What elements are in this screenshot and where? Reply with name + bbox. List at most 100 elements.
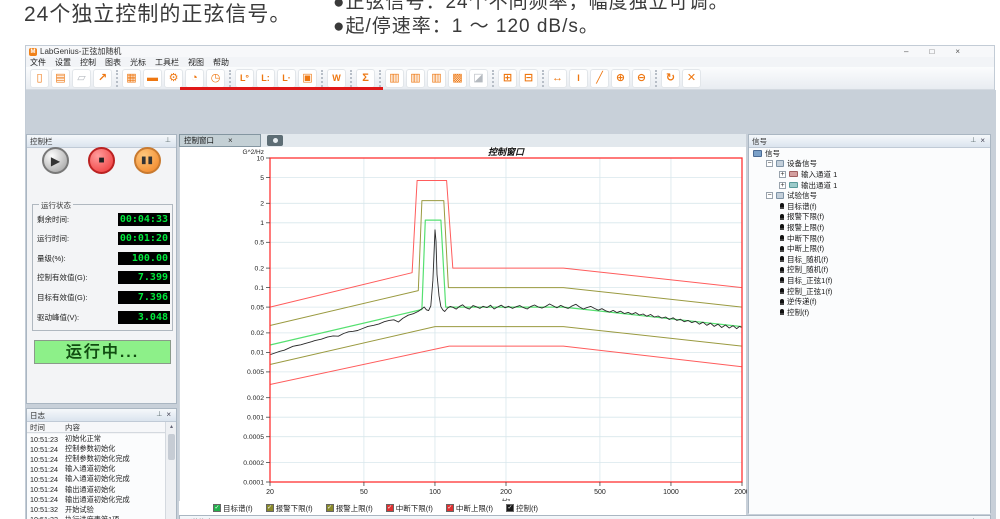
toolbar-export-button[interactable]: ↗ — [93, 69, 112, 88]
tree-item--1[interactable]: +输出通道 1 — [749, 180, 990, 191]
toolbar-print-button[interactable]: ▦ — [122, 69, 141, 88]
x-tick-label: 2000 — [734, 489, 747, 496]
toolbar-chart-line-button[interactable]: ◪ — [469, 69, 488, 88]
toolbar-chart-bars-3-button[interactable]: ▥ — [427, 69, 446, 88]
tree-item--f-[interactable]: 目标谱(f) — [749, 201, 990, 212]
toolbar-report-band-button[interactable]: ▬ — [143, 69, 162, 88]
y-tick-label: 0.01 — [251, 350, 264, 357]
toolbar-cursor-l-colon-button[interactable]: L: — [256, 69, 275, 88]
tree-item-label: 信号 — [765, 148, 780, 159]
toolbar-zoom-out-button[interactable]: ⊖ — [632, 69, 651, 88]
collapse-icon[interactable]: − — [766, 160, 773, 167]
legend-checkbox[interactable]: ✓ — [213, 504, 221, 512]
toolbar-open-button[interactable]: ▱ — [72, 69, 91, 88]
log-row: 10:51:24输入通道初始化 — [27, 464, 166, 474]
toolbar-layout-grid-a-button[interactable]: ⊞ — [498, 69, 517, 88]
stop-button[interactable]: ■ — [88, 147, 115, 174]
legend-checkbox[interactable]: ✓ — [506, 504, 514, 512]
menu-item-8[interactable]: 帮助 — [213, 57, 229, 68]
tab-close-icon[interactable]: × — [228, 136, 233, 145]
tab-control-window[interactable]: 控制窗口 × — [179, 134, 261, 147]
y-tick-label: 10 — [256, 155, 264, 162]
tree-item--_-f-[interactable]: 控制_随机(f) — [749, 265, 990, 276]
tree-item--[interactable]: −试验信号 — [749, 190, 990, 201]
status-value-lcd: 7.396 — [118, 291, 170, 304]
toolbar-settings-gear-button[interactable]: ⚙ — [164, 69, 183, 88]
toolbar-word-report-button[interactable]: W — [327, 69, 346, 88]
menu-item-2[interactable]: 设置 — [55, 57, 71, 68]
tree-item--f-[interactable]: 报警上限(f) — [749, 222, 990, 233]
status-label: 运行时间: — [37, 233, 118, 244]
toolbar-window-cascade-button[interactable]: ▣ — [298, 69, 317, 88]
expand-icon[interactable]: + — [779, 182, 786, 189]
expand-icon[interactable]: + — [779, 171, 786, 178]
log-row: 10:51:24输入通道初始化完成 — [27, 474, 166, 484]
legend-checkbox[interactable]: ✓ — [386, 504, 394, 512]
toolbar-cursor-l-degree-button[interactable]: L° — [235, 69, 254, 88]
menu-item-1[interactable]: 文件 — [30, 57, 46, 68]
control-window-chart-area: 105210.50.20.10.050.020.010.0050.0020.00… — [179, 147, 746, 501]
log-row: 10:51:23初始化正常 — [27, 434, 166, 444]
toolbar-new-file-button[interactable]: ▯ — [30, 69, 49, 88]
tree-item--_-1-f-[interactable]: 控制_正弦1(f) — [749, 286, 990, 297]
status-value-lcd: 100.00 — [118, 252, 170, 265]
legend-checkbox[interactable]: ✓ — [326, 504, 334, 512]
tree-item--[interactable]: 信号 — [749, 148, 990, 159]
menu-item-3[interactable]: 控制 — [80, 57, 96, 68]
toolbar-sigma-sum-button[interactable]: Σ — [356, 69, 375, 88]
log-row: 10:51:24控制参数初始化 — [27, 444, 166, 454]
minimize-button[interactable]: – — [904, 46, 908, 57]
toolbar-save-button[interactable]: ▤ — [51, 69, 70, 88]
start-button[interactable]: ▶ — [42, 147, 69, 174]
close-icon[interactable]: × — [166, 410, 171, 420]
toolbar-chart-bars-1-button[interactable]: ▥ — [385, 69, 404, 88]
y-tick-label: 0.005 — [247, 369, 264, 376]
control-window-chart[interactable]: 105210.50.20.10.050.020.010.0050.0020.00… — [180, 147, 747, 501]
toolbar-fit-all-button[interactable]: ✕ — [682, 69, 701, 88]
toolbar-zoom-diagonal-button[interactable]: ╱ — [590, 69, 609, 88]
legend-item: ✓中断上限(f) — [446, 503, 493, 514]
menu-item-4[interactable]: 图表 — [105, 57, 121, 68]
legend-checkbox[interactable]: ✓ — [446, 504, 454, 512]
tree-item--f-[interactable]: 控制(f) — [749, 307, 990, 318]
tree-item--f-[interactable]: 报警下限(f) — [749, 212, 990, 223]
toolbar-zoom-in-button[interactable]: ⊕ — [611, 69, 630, 88]
menu-item-6[interactable]: 工具栏 — [155, 57, 179, 68]
tree-item--1[interactable]: +输入通道 1 — [749, 169, 990, 180]
legend-checkbox[interactable]: ✓ — [266, 504, 274, 512]
close-icon[interactable]: × — [980, 136, 985, 146]
tree-item--f-[interactable]: 中断上限(f) — [749, 243, 990, 254]
toolbar-zoom-vertical-button[interactable]: I — [569, 69, 588, 88]
snapshot-camera-icon[interactable] — [267, 135, 283, 146]
menu-item-7[interactable]: 视图 — [188, 57, 204, 68]
scroll-up-icon[interactable]: ▴ — [166, 423, 177, 430]
toolbar: ▯▤▱↗▦▬⚙◔◷L°L:L·▣WΣ▥▥▥▩◪⊞⊟↔I╱⊕⊖↻✕ — [26, 67, 994, 90]
pin-icon[interactable]: ⊥ — [156, 410, 162, 420]
log-row: 10:51:24输出通道初始化 — [27, 484, 166, 494]
log-row: 10:51:32开始试验 — [27, 505, 166, 515]
pin-icon[interactable]: ⊥ — [165, 136, 171, 146]
output-icon — [789, 182, 798, 188]
close-button[interactable]: × — [955, 46, 960, 57]
toolbar-chart-mixed-button[interactable]: ▩ — [448, 69, 467, 88]
tree-item--f-[interactable]: 中断下限(f) — [749, 233, 990, 244]
collapse-icon[interactable]: − — [766, 192, 773, 199]
toolbar-layout-grid-b-button[interactable]: ⊟ — [519, 69, 538, 88]
toolbar-zoom-horizontal-button[interactable]: ↔ — [548, 69, 567, 88]
x-tick-label: 500 — [594, 489, 606, 496]
toolbar-refresh-button[interactable]: ↻ — [661, 69, 680, 88]
tree-item--_-f-[interactable]: 目标_随机(f) — [749, 254, 990, 265]
scroll-thumb[interactable] — [168, 434, 175, 460]
toolbar-schedule-pie-button[interactable]: ◔ — [185, 69, 204, 88]
toolbar-cursor-l-minus-button[interactable]: L· — [277, 69, 296, 88]
tree-item--[interactable]: −设备信号 — [749, 159, 990, 170]
pause-button[interactable]: ▮▮ — [134, 147, 161, 174]
restore-button[interactable]: □ — [929, 46, 934, 57]
menu-item-5[interactable]: 光标 — [130, 57, 146, 68]
toolbar-chart-bars-2-button[interactable]: ▥ — [406, 69, 425, 88]
log-scrollbar[interactable]: ▴ ▾ — [165, 422, 176, 519]
pin-icon[interactable]: ⊥ — [970, 136, 976, 146]
toolbar-timer-clock-button[interactable]: ◷ — [206, 69, 225, 88]
tree-item--f-[interactable]: 逆传递(f) — [749, 296, 990, 307]
tree-item--_-1-f-[interactable]: 目标_正弦1(f) — [749, 275, 990, 286]
